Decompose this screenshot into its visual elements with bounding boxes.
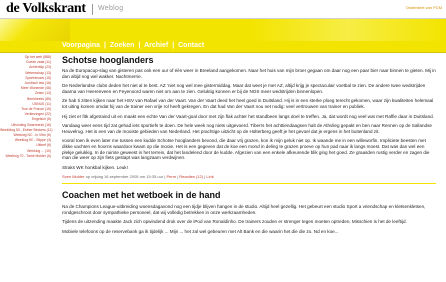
nav-separator: | [172,42,175,49]
header-banner [0,19,446,41]
post-date: op vrijdag 16 september 2005 om 15:35 uu… [85,174,164,180]
main-nav: Voorpagina | Zoeken | Archief | Contact [0,41,446,53]
author-link[interactable]: Sven Mulder [62,174,84,179]
post-paragraph: Straks WK honkbal kijken. Leuk! [62,164,128,170]
nav-item-contact[interactable]: Contact [178,42,204,49]
top-bar: de Volkskrant Weblog Onderdeel van PCM [0,0,446,19]
trackback-link[interactable]: Link [206,174,213,179]
reactions-link[interactable]: Reacties (12) [179,174,203,179]
post-paragraph: Na de Champions League-uitbreiding woens… [62,203,426,215]
sidebar-item[interactable]: Weeklog 70 - Tamé Molder (6) [0,154,53,159]
nav-item-zoeken[interactable]: Zoeken [110,42,135,49]
nav-item-archief[interactable]: Archief [144,42,168,49]
post-paragraph: De Nederlandse clubs deden het niet al t… [62,83,426,94]
post-paragraph: Tijdens de uitzending maakte Jack zich o… [62,219,407,225]
nav-item-voorpagina[interactable]: Voorpagina [62,42,100,49]
nav-separator: | [103,42,106,49]
brand-logo[interactable]: de Volkskrant [6,1,86,17]
main-content: Schotse hooglanders Na de Europacup-slag… [62,55,436,238]
header-separator [92,4,93,15]
post-meta: Sven Mulder op vrijdag 16 september 2005… [62,174,214,180]
section-label[interactable]: Weblog [98,5,123,12]
post-divider [62,182,436,184]
post-paragraph: Hij ziet er fitk afgetraind uit en maakt… [62,113,434,119]
post-paragraph: Ze hab ti zitten kijken naar het HSV van… [62,98,434,109]
permalink[interactable]: Perm [166,174,176,179]
post-paragraph: vooral toen ik even later me tussen een … [62,138,430,161]
post-title[interactable]: Schotse hooglanders [62,55,436,65]
nav-separator: | [138,42,141,49]
post-paragraph: Vandaag weer eens tijd zat gehad iets sp… [62,123,432,134]
post-paragraph: Na de Europacup-slag van gisteren pas oo… [62,68,436,79]
post-title[interactable]: Coachen met het wetboek in de hand [62,190,436,200]
banner-art-right [250,19,446,41]
category-sidebar: Op het web (888) Goede zaak (11) Achterk… [0,55,53,159]
post-paragraph: Mobiele telefoons op de reservebank ga i… [62,228,339,234]
company-link[interactable]: Onderdeel van PCM [406,5,442,10]
banner-art-left [0,19,70,41]
